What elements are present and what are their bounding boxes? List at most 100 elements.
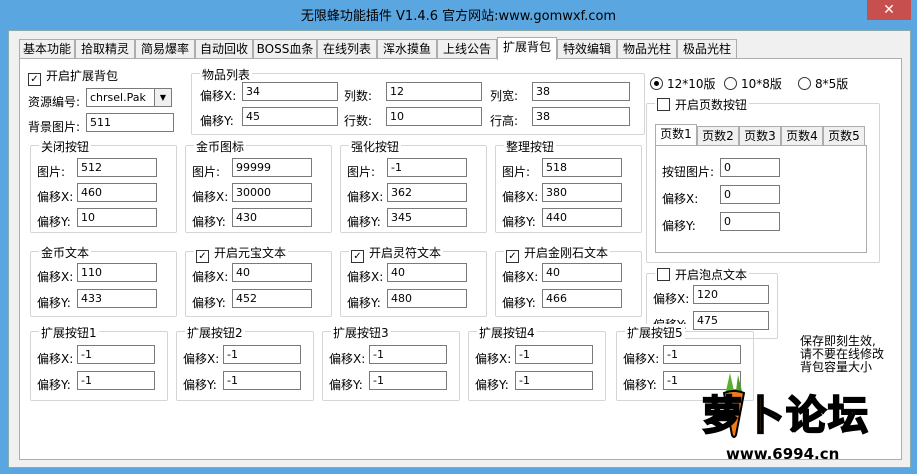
res-select[interactable]: chrsel.Pak ▼ (86, 88, 172, 107)
version-12x10-radio[interactable]: 12*10版 (650, 75, 716, 92)
offy-input[interactable]: 430 (232, 208, 312, 227)
enable-extend-bag-checkbox[interactable]: ✓ 开启扩展背包 (28, 67, 118, 86)
offx-input[interactable]: 120 (693, 285, 769, 304)
img-input[interactable]: 512 (77, 158, 157, 177)
ext-button-1-group: 扩展按钮1 偏移X: -1 偏移Y: -1 (30, 324, 168, 401)
checkbox-box[interactable]: ✓ (28, 73, 41, 86)
offx-input[interactable]: -1 (515, 345, 593, 364)
offx-label: 偏移X: (37, 190, 74, 204)
offx-input[interactable]: 40 (542, 263, 622, 282)
radio-dot[interactable] (650, 77, 663, 90)
page-tab-1[interactable]: 页数1 (655, 124, 697, 145)
tab-basic[interactable]: 基本功能 (19, 39, 75, 59)
page-img-input[interactable]: 0 (720, 158, 780, 177)
offy-input[interactable]: 433 (77, 289, 157, 308)
jingang-group: ✓ 开启金刚石文本 偏移X: 40 偏移Y: 466 (495, 244, 642, 317)
tab-online-list[interactable]: 在线列表 (317, 39, 377, 59)
tab-fishing[interactable]: 浑水摸鱼 (377, 39, 437, 59)
offx-input[interactable]: 30000 (232, 183, 312, 202)
checkbox-box[interactable] (657, 98, 670, 111)
offy-input[interactable]: -1 (77, 371, 155, 390)
offy-input[interactable]: 10 (77, 208, 157, 227)
cols-input[interactable]: 12 (386, 82, 482, 101)
page-tab-2[interactable]: 页数2 (697, 126, 739, 145)
tab-recycle[interactable]: 自动回收 (195, 39, 253, 59)
offy-input[interactable]: 475 (693, 311, 769, 330)
chevron-down-icon[interactable]: ▼ (154, 89, 171, 106)
img-label: 图片: (192, 165, 221, 179)
group-title: 扩展按钮5 (625, 324, 685, 341)
tab-droprate[interactable]: 简易爆率 (135, 39, 195, 59)
offy-input[interactable]: 45 (242, 107, 338, 126)
tab-item-beam[interactable]: 物品光柱 (617, 39, 677, 59)
img-input[interactable]: 99999 (232, 158, 312, 177)
offx-label: 偏移X: (623, 352, 660, 366)
offy-input[interactable]: 440 (542, 208, 622, 227)
group-title: 扩展按钮4 (477, 324, 537, 341)
img-label: 图片: (37, 165, 66, 179)
offx-input[interactable]: 34 (242, 82, 338, 101)
offx-label: 偏移X: (502, 270, 539, 284)
checkbox-box[interactable]: ✓ (196, 250, 209, 263)
offx-input[interactable]: 362 (387, 183, 467, 202)
page-offy-input[interactable]: 0 (720, 212, 780, 231)
offx-input[interactable]: -1 (369, 345, 447, 364)
group-title: 金币图标 (194, 138, 247, 155)
offx-label: 偏移X: (183, 352, 220, 366)
close-window-button[interactable]: ✕ (867, 0, 911, 20)
lingfu-checkbox[interactable]: ✓ 开启灵符文本 (349, 244, 444, 263)
tab-extend-bag[interactable]: 扩展背包 (497, 37, 557, 60)
radio-dot[interactable] (798, 77, 811, 90)
offx-input[interactable]: 110 (77, 263, 157, 282)
version-10x8-radio[interactable]: 10*8版 (724, 75, 782, 92)
rows-input[interactable]: 10 (386, 107, 482, 126)
yuanbao-checkbox[interactable]: ✓ 开启元宝文本 (194, 244, 289, 263)
offx-input[interactable]: 40 (232, 263, 312, 282)
offx-input[interactable]: 40 (387, 263, 467, 282)
page-tab-5[interactable]: 页数5 (823, 126, 865, 145)
page-offx-input[interactable]: 0 (720, 185, 780, 204)
item-list-group: 物品列表 偏移X: 34 偏移Y: 45 列数: 12 行数: 10 列宽: 3… (191, 66, 645, 135)
watermark-url: www.6994.cn (726, 445, 840, 463)
img-input[interactable]: 518 (542, 158, 622, 177)
offx-label: 偏移X: (502, 190, 539, 204)
checkbox-box[interactable]: ✓ (506, 250, 519, 263)
offy-input[interactable]: 452 (232, 289, 312, 308)
tab-effect-edit[interactable]: 特效编辑 (557, 39, 617, 59)
bg-input[interactable]: 511 (86, 113, 174, 132)
radio-dot[interactable] (724, 77, 737, 90)
offy-input[interactable]: 466 (542, 289, 622, 308)
offx-label: 偏移X: (475, 352, 512, 366)
offx-input[interactable]: 380 (542, 183, 622, 202)
ext-button-3-group: 扩展按钮3 偏移X: -1 偏移Y: -1 (322, 324, 460, 401)
offx-input[interactable]: 460 (77, 183, 157, 202)
img-input[interactable]: -1 (387, 158, 467, 177)
offy-input[interactable]: 345 (387, 208, 467, 227)
offx-label: 偏移X: (192, 270, 229, 284)
paging-checkbox[interactable]: 开启页数按钮 (655, 96, 750, 113)
paging-tabs: 页数1 页数2 页数3 页数4 页数5 (655, 124, 865, 146)
watermark: 萝卜论坛 www.6994.cn (666, 367, 906, 467)
group-title: 物品列表 (200, 66, 253, 83)
page-tab-4[interactable]: 页数4 (781, 126, 823, 145)
tab-boss-hp[interactable]: BOSS血条 (253, 39, 317, 59)
offx-input[interactable]: -1 (663, 345, 741, 364)
offy-input[interactable]: -1 (223, 371, 301, 390)
version-8x5-radio[interactable]: 8*5版 (798, 75, 848, 92)
tab-pickup[interactable]: 拾取精灵 (75, 39, 135, 59)
paodian-checkbox[interactable]: 开启泡点文本 (655, 266, 750, 283)
tab-rare-beam[interactable]: 极品光柱 (677, 39, 737, 59)
offy-input[interactable]: -1 (369, 371, 447, 390)
offx-input[interactable]: -1 (223, 345, 301, 364)
page-tab-3[interactable]: 页数3 (739, 126, 781, 145)
offy-input[interactable]: 480 (387, 289, 467, 308)
jingang-checkbox[interactable]: ✓ 开启金刚石文本 (504, 244, 611, 263)
offx-label: 偏移X: (347, 190, 384, 204)
colw-input[interactable]: 38 (532, 82, 630, 101)
rowh-input[interactable]: 38 (532, 107, 630, 126)
checkbox-box[interactable] (657, 268, 670, 281)
checkbox-box[interactable]: ✓ (351, 250, 364, 263)
tab-login-notice[interactable]: 上线公告 (437, 39, 497, 59)
offx-input[interactable]: -1 (77, 345, 155, 364)
offy-input[interactable]: -1 (515, 371, 593, 390)
